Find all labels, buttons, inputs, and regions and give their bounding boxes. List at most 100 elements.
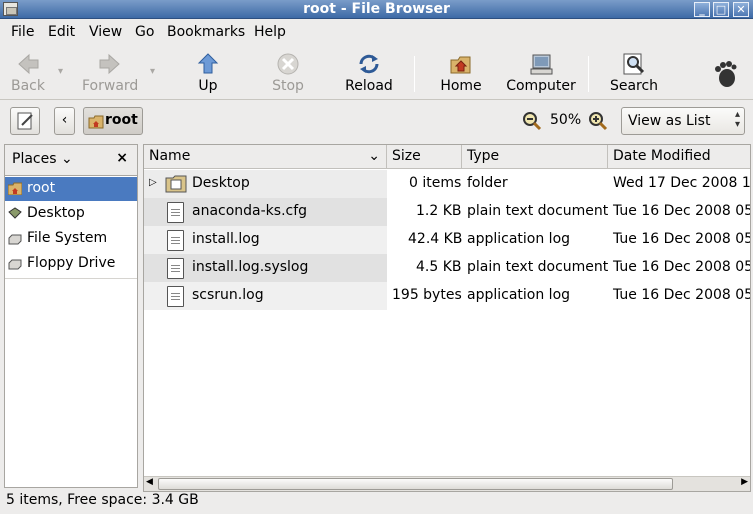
path-button-root[interactable]: root (83, 107, 143, 135)
menu-help[interactable]: Help (254, 24, 286, 40)
sidebar-item-label: Desktop (27, 205, 85, 221)
column-header-name[interactable]: Name ⌄ (144, 145, 387, 169)
gnome-foot-icon (712, 60, 738, 88)
file-row-install-log-syslog[interactable]: install.log.syslog 4.5 KB plain text doc… (144, 254, 750, 282)
file-list: Name ⌄ Size Type Date Modified ▷ Desktop… (143, 144, 751, 492)
edit-location-icon (17, 112, 33, 130)
stop-button[interactable]: Stop (270, 52, 306, 94)
column-header-date[interactable]: Date Modified (608, 145, 750, 169)
home-button[interactable]: Home (438, 52, 484, 94)
forward-arrow-icon (97, 52, 123, 76)
forward-button[interactable]: Forward (82, 52, 138, 94)
file-name: install.log.syslog (192, 259, 309, 275)
sort-descending-icon: ⌄ (368, 148, 380, 164)
home-label: Home (440, 78, 482, 94)
expander-triangle-icon[interactable]: ▷ (149, 177, 157, 188)
file-date: Wed 17 Dec 2008 11 (613, 175, 751, 191)
sidebar-item-floppy-drive[interactable]: Floppy Drive (5, 252, 137, 276)
forward-history-dropdown[interactable]: ▾ (150, 66, 155, 77)
file-type: plain text document (467, 203, 609, 219)
reload-icon (356, 52, 382, 76)
up-arrow-icon (195, 52, 221, 76)
title-bar[interactable]: root - File Browser _ □ ✕ (0, 0, 753, 19)
up-button[interactable]: Up (192, 52, 224, 94)
column-header-date-label: Date Modified (613, 148, 711, 164)
column-header-size-label: Size (392, 148, 421, 164)
column-header-name-label: Name (149, 148, 191, 164)
zoom-level[interactable]: 50% (550, 112, 581, 128)
file-row-scsrun-log[interactable]: scsrun.log 195 bytes application log Tue… (144, 282, 750, 310)
search-button[interactable]: Search (608, 52, 660, 94)
file-name: Desktop (192, 175, 250, 191)
sidebar-item-desktop[interactable]: Desktop (5, 202, 137, 226)
toolbar: Back ▾ Forward ▾ Up Stop Reload Home Com… (0, 46, 753, 100)
menu-edit[interactable]: Edit (48, 24, 75, 40)
column-header-size[interactable]: Size (387, 145, 462, 169)
sidebar-header-label: Places (12, 151, 57, 167)
floppy-icon (8, 259, 22, 270)
file-type: plain text document (467, 259, 609, 275)
file-name: install.log (192, 231, 260, 247)
spinner-arrows-icon: ▴ ▾ (734, 109, 740, 130)
stop-label: Stop (272, 78, 304, 94)
window-title: root - File Browser (303, 1, 450, 17)
chevron-left-icon: ‹ (61, 112, 68, 128)
file-date: Tue 16 Dec 2008 05:3 (613, 203, 750, 219)
file-size: 4.5 KB (416, 259, 462, 275)
menu-view[interactable]: View (89, 24, 122, 40)
file-row-install-log[interactable]: install.log 42.4 KB application log Tue … (144, 226, 750, 254)
view-mode-value: View as List (628, 113, 711, 129)
minimize-button[interactable]: _ (694, 2, 710, 17)
status-bar: 5 items, Free space: 3.4 GB (6, 492, 199, 508)
back-history-dropdown[interactable]: ▾ (58, 66, 63, 77)
text-document-icon (167, 202, 184, 223)
sidebar-item-root[interactable]: root (5, 177, 137, 201)
file-size: 195 bytes (392, 287, 462, 303)
file-size: 42.4 KB (408, 231, 463, 247)
file-type: application log (467, 287, 571, 303)
back-arrow-icon (15, 52, 41, 76)
file-row-anaconda-ks-cfg[interactable]: anaconda-ks.cfg 1.2 KB plain text docume… (144, 198, 750, 226)
menu-go[interactable]: Go (135, 24, 154, 40)
sidebar-type-select[interactable]: Places ⌄ (12, 151, 73, 167)
toggle-location-entry-button[interactable] (10, 107, 40, 135)
path-left-arrow-button[interactable]: ‹ (54, 107, 75, 135)
close-button[interactable]: ✕ (733, 2, 749, 17)
close-sidebar-icon[interactable]: × (116, 150, 128, 166)
sidebar-item-file-system[interactable]: File System (5, 227, 137, 251)
folder-icon (165, 175, 187, 193)
menu-file[interactable]: File (11, 24, 34, 40)
reload-button[interactable]: Reload (344, 52, 394, 94)
text-document-icon (167, 230, 184, 251)
file-size: 1.2 KB (416, 203, 462, 219)
scroll-right-icon[interactable]: ▶ (741, 477, 748, 487)
computer-button[interactable]: Computer (505, 52, 577, 94)
file-date: Tue 16 Dec 2008 05:3 (613, 259, 750, 275)
horizontal-scrollbar[interactable]: ◀ ▶ (144, 476, 750, 491)
scroll-left-icon[interactable]: ◀ (146, 477, 153, 487)
zoom-out-button[interactable] (522, 111, 542, 135)
sidebar-item-label: root (27, 180, 56, 196)
sidebar-item-label: Floppy Drive (27, 255, 116, 271)
file-type: application log (467, 231, 571, 247)
column-header-type-label: Type (467, 148, 500, 164)
search-icon (621, 52, 647, 76)
back-button[interactable]: Back (10, 52, 46, 94)
back-label: Back (11, 78, 45, 94)
home-folder-icon (8, 182, 22, 195)
view-mode-select[interactable]: View as List ▴ ▾ (621, 107, 745, 135)
maximize-button[interactable]: □ (713, 2, 729, 17)
reload-label: Reload (345, 78, 393, 94)
stop-icon (275, 52, 301, 76)
menu-bookmarks[interactable]: Bookmarks (167, 24, 245, 40)
file-type: folder (467, 175, 508, 191)
scrollbar-thumb[interactable] (158, 478, 673, 490)
forward-label: Forward (82, 78, 139, 94)
zoom-in-button[interactable] (588, 111, 608, 135)
up-label: Up (198, 78, 218, 94)
text-document-icon (167, 286, 184, 307)
column-header-type[interactable]: Type (462, 145, 608, 169)
text-document-icon (167, 258, 184, 279)
file-row-desktop[interactable]: ▷ Desktop 0 items folder Wed 17 Dec 2008… (144, 170, 751, 198)
file-size: 0 items (409, 175, 462, 191)
